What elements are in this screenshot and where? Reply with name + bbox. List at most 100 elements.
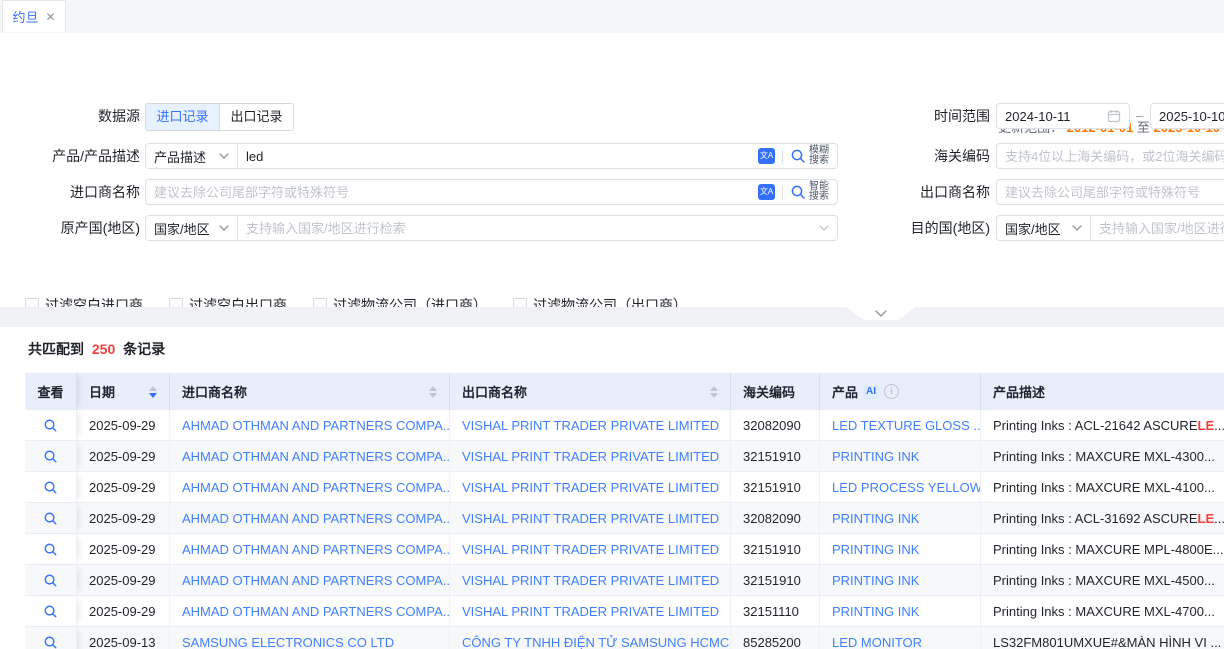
results-panel: 共匹配到 250 条记录 查看 日期 进口商名称 出口商名称 海关编码 bbox=[0, 327, 1224, 649]
view-cell bbox=[25, 534, 77, 564]
app-window: 约旦 ✕ 约旦 更新范围： 2012-01-01 至 2025-10-10 数据… bbox=[0, 0, 1224, 649]
tab-import-records[interactable]: 进口记录 bbox=[146, 104, 219, 130]
hs-code-cell: 32151910 bbox=[731, 472, 820, 502]
search-icon bbox=[790, 148, 806, 164]
table-row: 2025-09-29 AHMAD OTHMAN AND PARTNERS COM… bbox=[25, 596, 1224, 627]
importer-link[interactable]: AHMAD OTHMAN AND PARTNERS COMPA... bbox=[170, 503, 450, 533]
view-cell bbox=[25, 472, 77, 502]
close-icon[interactable]: ✕ bbox=[45, 10, 55, 24]
translate-icon[interactable]: 文A bbox=[758, 184, 775, 200]
date-range-separator: – bbox=[1136, 103, 1143, 129]
col-view: 查看 bbox=[25, 373, 77, 410]
fuzzy-search-button[interactable]: 模糊搜索 bbox=[790, 146, 837, 166]
table-row: 2025-09-29 AHMAD OTHMAN AND PARTNERS COM… bbox=[25, 441, 1224, 472]
exporter-link[interactable]: VISHAL PRINT TRADER PRIVATE LIMITED bbox=[450, 565, 731, 595]
origin-country-select[interactable]: 国家/地区 bbox=[146, 216, 238, 240]
divider bbox=[782, 185, 783, 200]
exporter-link[interactable]: VISHAL PRINT TRADER PRIVATE LIMITED bbox=[450, 596, 731, 626]
importer-link[interactable]: AHMAD OTHMAN AND PARTNERS COMPA... bbox=[170, 534, 450, 564]
importer-input[interactable] bbox=[146, 181, 758, 203]
view-search-icon[interactable] bbox=[43, 511, 58, 526]
hs-code-cell: 32151910 bbox=[731, 534, 820, 564]
col-product: 产品 AI i bbox=[820, 373, 981, 410]
destination-country-field: 国家/地区 bbox=[996, 215, 1224, 241]
exporter-link[interactable]: VISHAL PRINT TRADER PRIVATE LIMITED bbox=[450, 534, 731, 564]
hs-code-cell: 32151110 bbox=[731, 596, 820, 626]
description-cell: LS32FM801UMXUE#&MÀN HÌNH VI ... bbox=[981, 627, 1224, 649]
hs-code-cell: 32082090 bbox=[731, 503, 820, 533]
tab-jordan[interactable]: 约旦 ✕ bbox=[2, 0, 66, 32]
product-link[interactable]: LED TEXTURE GLOSS ... bbox=[820, 410, 981, 440]
view-search-icon[interactable] bbox=[43, 542, 58, 557]
exporter-link[interactable]: CÔNG TY TNHH ĐIỆN TỬ SAMSUNG HCMC... bbox=[450, 627, 731, 649]
description-cell: Printing Inks : MAXCURE MXL-4700... bbox=[981, 596, 1224, 626]
fuzzy-search-label-2: 搜索 bbox=[809, 155, 829, 166]
sort-date-button[interactable] bbox=[141, 386, 157, 398]
col-importer: 进口商名称 bbox=[170, 373, 450, 410]
date-end-input[interactable]: 2025-10-10 bbox=[1150, 103, 1224, 129]
view-search-icon[interactable] bbox=[43, 418, 58, 433]
exporter-link[interactable]: VISHAL PRINT TRADER PRIVATE LIMITED bbox=[450, 410, 731, 440]
view-search-icon[interactable] bbox=[43, 480, 58, 495]
exporter-label: 出口商名称 bbox=[850, 179, 990, 205]
table-row: 2025-09-29 AHMAD OTHMAN AND PARTNERS COM… bbox=[25, 534, 1224, 565]
product-field: 产品描述 文A 模糊搜索 bbox=[145, 143, 838, 169]
results-table: 查看 日期 进口商名称 出口商名称 海关编码 产品 AI i bbox=[25, 373, 1224, 649]
product-link[interactable]: PRINTING INK bbox=[820, 596, 981, 626]
destination-select-value: 国家/地区 bbox=[1005, 219, 1061, 238]
sort-exporter-button[interactable] bbox=[702, 386, 718, 398]
date-cell: 2025-09-29 bbox=[77, 534, 170, 564]
importer-link[interactable]: AHMAD OTHMAN AND PARTNERS COMPA... bbox=[170, 410, 450, 440]
origin-country-input[interactable] bbox=[238, 217, 819, 239]
importer-link[interactable]: AHMAD OTHMAN AND PARTNERS COMPA... bbox=[170, 565, 450, 595]
product-link[interactable]: PRINTING INK bbox=[820, 534, 981, 564]
sort-importer-button[interactable] bbox=[421, 386, 437, 398]
view-search-icon[interactable] bbox=[43, 573, 58, 588]
product-link[interactable]: LED PROCESS YELLOW... bbox=[820, 472, 981, 502]
hs-code-cell: 32082090 bbox=[731, 410, 820, 440]
exporter-link[interactable]: VISHAL PRINT TRADER PRIVATE LIMITED bbox=[450, 472, 731, 502]
importer-link[interactable]: AHMAD OTHMAN AND PARTNERS COMPA... bbox=[170, 472, 450, 502]
tab-export-records[interactable]: 出口记录 bbox=[219, 104, 293, 130]
info-icon[interactable]: i bbox=[884, 384, 899, 399]
chevron-down-icon bbox=[1072, 225, 1082, 231]
description-cell: Printing Inks : MAXCURE MPL-4800E... bbox=[981, 534, 1224, 564]
time-range-label: 时间范围 bbox=[850, 103, 990, 129]
view-search-icon[interactable] bbox=[43, 449, 58, 464]
product-link[interactable]: LED MONITOR bbox=[820, 627, 981, 649]
importer-link[interactable]: AHMAD OTHMAN AND PARTNERS COMPA... bbox=[170, 441, 450, 471]
view-search-icon[interactable] bbox=[43, 635, 58, 649]
origin-country-field: 国家/地区 bbox=[145, 215, 838, 241]
destination-country-select[interactable]: 国家/地区 bbox=[997, 216, 1091, 240]
product-link[interactable]: PRINTING INK bbox=[820, 565, 981, 595]
exporter-link[interactable]: VISHAL PRINT TRADER PRIVATE LIMITED bbox=[450, 441, 731, 471]
destination-country-input[interactable] bbox=[1091, 217, 1224, 239]
description-cell: Printing Inks : MAXCURE MXL-4500... bbox=[981, 565, 1224, 595]
origin-country-label: 原产国(地区) bbox=[0, 215, 140, 241]
product-type-value: 产品描述 bbox=[154, 147, 206, 166]
product-type-select[interactable]: 产品描述 bbox=[146, 144, 238, 168]
translate-icon[interactable]: 文A bbox=[758, 148, 775, 164]
hs-code-input[interactable] bbox=[997, 145, 1224, 167]
view-search-icon[interactable] bbox=[43, 604, 58, 619]
product-input[interactable] bbox=[238, 145, 758, 167]
date-cell: 2025-09-29 bbox=[77, 565, 170, 595]
exporter-input[interactable] bbox=[997, 181, 1224, 203]
col-date: 日期 bbox=[77, 373, 170, 410]
exporter-link[interactable]: VISHAL PRINT TRADER PRIVATE LIMITED bbox=[450, 503, 731, 533]
date-start-input[interactable]: 2024-10-11 bbox=[996, 103, 1130, 129]
date-cell: 2025-09-29 bbox=[77, 503, 170, 533]
importer-link[interactable]: SAMSUNG ELECTRONICS CO LTD bbox=[170, 627, 450, 649]
chevron-down-icon[interactable] bbox=[819, 225, 829, 231]
date-cell: 2025-09-29 bbox=[77, 441, 170, 471]
description-cell: Printing Inks : ACL-31692 ASCURE LE... bbox=[981, 503, 1224, 533]
product-link[interactable]: PRINTING INK bbox=[820, 441, 981, 471]
match-count: 250 bbox=[92, 341, 115, 357]
product-link[interactable]: PRINTING INK bbox=[820, 503, 981, 533]
view-cell bbox=[25, 410, 77, 440]
table-row: 2025-09-29 AHMAD OTHMAN AND PARTNERS COM… bbox=[25, 472, 1224, 503]
smart-search-button[interactable]: 智能搜索 bbox=[790, 182, 837, 202]
col-description: 产品描述 bbox=[981, 373, 1224, 410]
chevron-down-icon bbox=[875, 310, 887, 317]
importer-link[interactable]: AHMAD OTHMAN AND PARTNERS COMPA... bbox=[170, 596, 450, 626]
